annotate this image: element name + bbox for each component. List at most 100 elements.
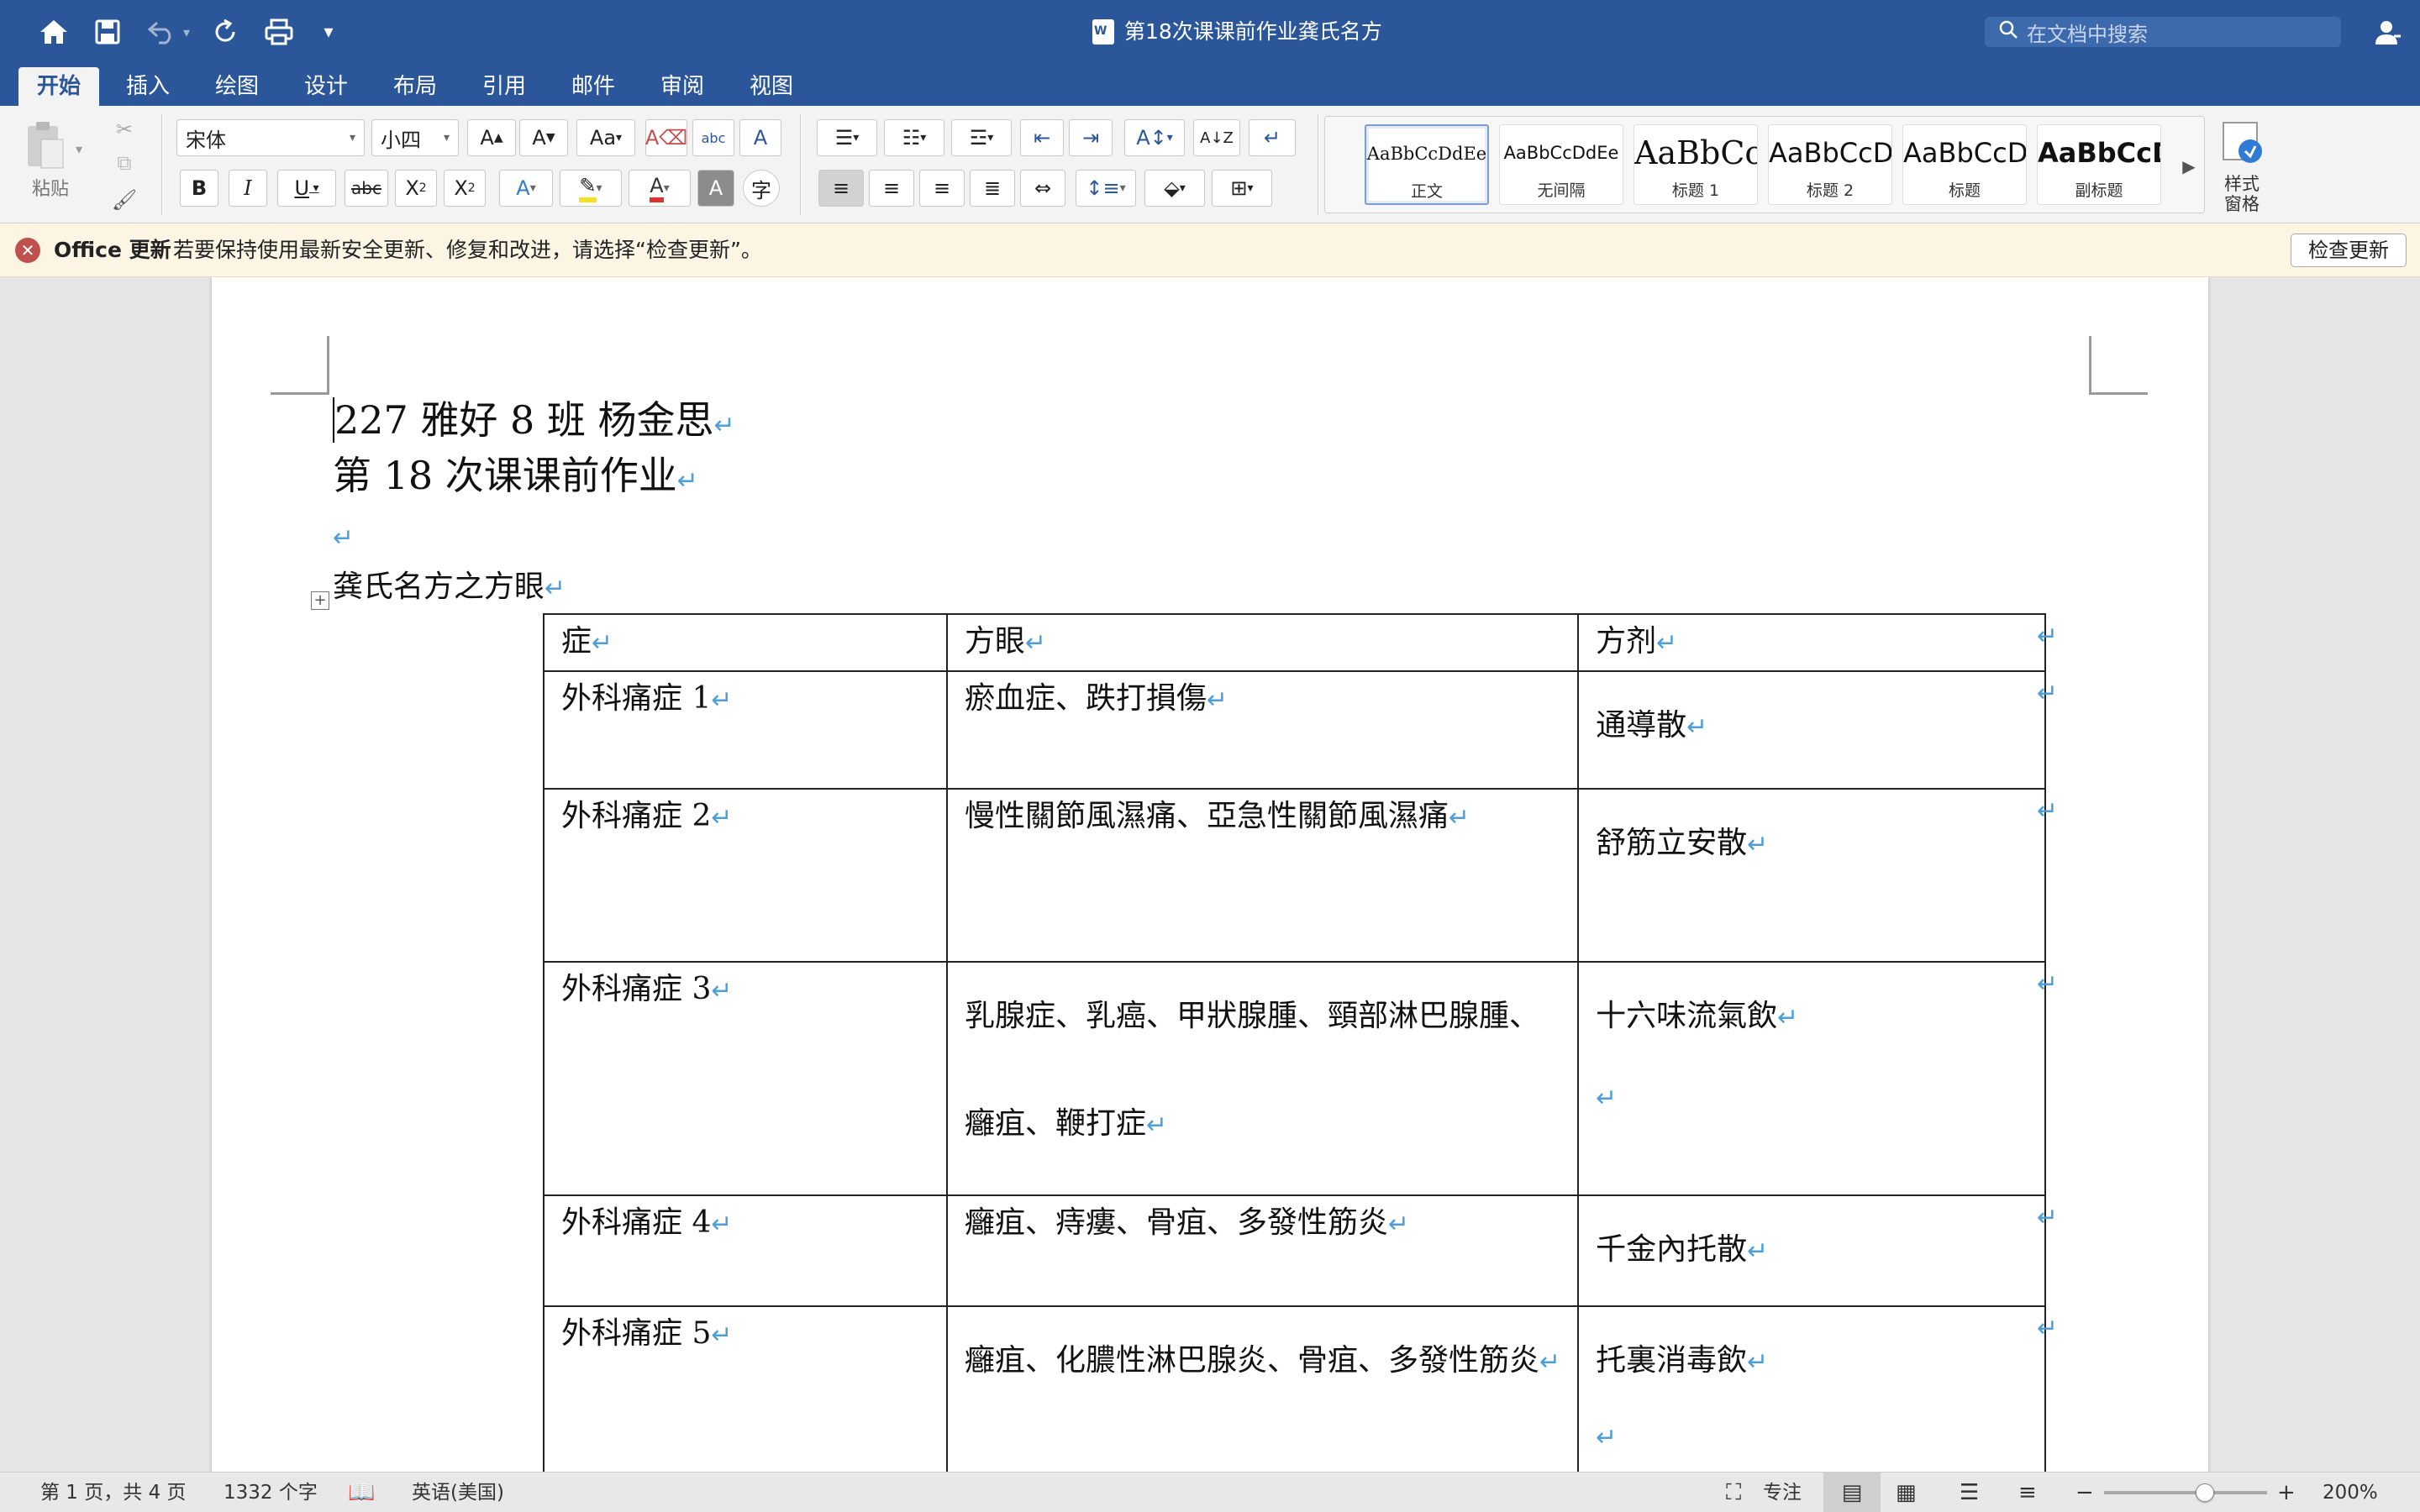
subscript-button[interactable]: X2	[395, 170, 437, 207]
numbering-button[interactable]: ☷ ▾	[884, 119, 944, 156]
copy-icon[interactable]: ⧉	[108, 148, 141, 178]
character-shading-icon[interactable]: A	[697, 170, 734, 207]
table-cell[interactable]: 癰疽、痔瘻、骨疽、多發性筋炎↵	[945, 1194, 1580, 1307]
tab-references[interactable]: 引用	[464, 67, 544, 106]
tab-insert[interactable]: 插入	[108, 67, 188, 106]
table-cell[interactable]: 外科痛症 4↵	[543, 1194, 948, 1307]
bullets-button[interactable]: ☰ ▾	[817, 119, 877, 156]
table-cell[interactable]: 舒筋立安散↵	[1577, 788, 2047, 963]
style-heading-2[interactable]: AaBbCcD 标题 2	[1768, 124, 1892, 205]
redo-icon[interactable]	[205, 12, 245, 52]
tab-view[interactable]: 视图	[731, 67, 812, 106]
strikethrough-button[interactable]: abc	[345, 170, 388, 207]
print-icon[interactable]	[259, 12, 299, 52]
font-name-select[interactable]: 宋体 ▾	[176, 119, 365, 156]
language-indicator[interactable]: 英语(美国)	[412, 1473, 504, 1512]
document-canvas[interactable]: 227 雅好 8 班 杨金思↵ 第 18 次课课前作业↵ ↵ 龚氏名方之方眼↵ …	[0, 277, 2420, 1472]
table-cell[interactable]: 外科痛症 3↵	[543, 961, 948, 1196]
tab-home[interactable]: 开始	[18, 67, 100, 106]
customize-toolbar-icon[interactable]: ▾	[316, 12, 341, 52]
style-title[interactable]: AaBbCcD 标题	[1902, 124, 2027, 205]
outline-view-icon[interactable]: ☰	[1960, 1473, 1979, 1512]
doc-empty-line[interactable]: ↵	[333, 507, 354, 564]
cut-icon[interactable]: ✂	[108, 114, 141, 144]
doc-line-title[interactable]: 第 18 次课课前作业↵	[333, 450, 698, 507]
style-normal[interactable]: AaBbCcDdEe 正文	[1365, 124, 1489, 205]
tab-review[interactable]: 审阅	[642, 67, 723, 106]
styles-pane-icon[interactable]	[2215, 118, 2269, 168]
table-cell[interactable]: 外科痛症 2↵	[543, 788, 948, 963]
print-layout-view-icon[interactable]: ▤	[1823, 1473, 1881, 1512]
table-cell[interactable]: 千金內托散↵	[1577, 1194, 2047, 1307]
draft-view-icon[interactable]: ≡	[2018, 1473, 2037, 1512]
enclose-character-icon[interactable]: 字	[743, 170, 780, 207]
phonetic-guide-icon[interactable]: abc	[692, 119, 734, 156]
highlight-color-button[interactable]: ✎ ▾	[560, 170, 622, 207]
table-cell[interactable]: 外科痛症 1↵	[543, 670, 948, 790]
shrink-font-button[interactable]: A ▼	[519, 119, 568, 156]
tab-mailings[interactable]: 邮件	[553, 67, 634, 106]
clear-formatting-icon[interactable]: A⌫	[645, 119, 687, 156]
account-icon[interactable]	[2368, 12, 2408, 52]
multilevel-list-button[interactable]: ☲ ▾	[951, 119, 1012, 156]
proofing-icon[interactable]: 📖	[348, 1473, 375, 1512]
line-spacing-button[interactable]: ↕≡ ▾	[1076, 170, 1136, 207]
zoom-slider[interactable]	[2104, 1483, 2267, 1502]
close-notification-icon[interactable]: ✕	[15, 238, 40, 263]
bold-button[interactable]: B	[180, 170, 218, 207]
italic-button[interactable]: I	[229, 170, 267, 207]
table-cell[interactable]: 外科痛症 5↵	[543, 1305, 948, 1472]
paste-icon[interactable]	[20, 116, 71, 175]
tab-layout[interactable]: 布局	[375, 67, 455, 106]
character-border-icon[interactable]: A	[739, 119, 781, 156]
format-painter-icon[interactable]: 🖌	[108, 185, 141, 215]
align-left-button[interactable]: ≡	[818, 170, 864, 207]
table-cell[interactable]: 慢性關節風濕痛、亞急性關節風濕痛↵	[945, 788, 1580, 963]
style-subtitle[interactable]: AaBbCcD 副标题	[2037, 124, 2161, 205]
style-heading-1[interactable]: AaBbCc 标题 1	[1634, 124, 1758, 205]
word-count[interactable]: 1332 个字	[224, 1473, 318, 1512]
table-cell[interactable]: 乳腺症、乳癌、甲狀腺腫、頸部淋巴腺腫、 癰疽、鞭打症↵	[945, 961, 1580, 1196]
zoom-in-icon[interactable]: +	[2277, 1473, 2296, 1512]
underline-button[interactable]: U ▾	[277, 170, 336, 207]
sort-icon[interactable]: A↓Z	[1193, 119, 1240, 156]
focus-mode-label[interactable]: 专注	[1763, 1473, 1802, 1512]
superscript-button[interactable]: X2	[444, 170, 486, 207]
table-header-cell[interactable]: 症↵	[543, 613, 948, 672]
save-icon[interactable]	[87, 12, 128, 52]
document-page[interactable]: 227 雅好 8 班 杨金思↵ 第 18 次课课前作业↵ ↵ 龚氏名方之方眼↵ …	[212, 277, 2208, 1472]
text-direction-button[interactable]: A↕ ▾	[1124, 119, 1185, 156]
table-cell[interactable]: 通導散↵	[1577, 670, 2047, 790]
decrease-indent-icon[interactable]: ⇤	[1020, 119, 1064, 156]
style-no-spacing[interactable]: AaBbCcDdEe 无间隔	[1499, 124, 1623, 205]
check-updates-button[interactable]: 检查更新	[2291, 234, 2407, 267]
undo-dropdown-icon[interactable]: ▾	[178, 12, 195, 52]
align-center-button[interactable]: ≡	[869, 170, 914, 207]
paste-dropdown-icon[interactable]: ▾	[71, 136, 87, 161]
web-layout-view-icon[interactable]: ▦	[1896, 1473, 1917, 1512]
grow-font-button[interactable]: A ▲	[467, 119, 516, 156]
home-icon[interactable]	[34, 12, 74, 52]
table-cell[interactable]: 癰疽、化膿性淋巴腺炎、骨疽、多發性筋炎↵	[945, 1305, 1580, 1472]
shading-button[interactable]: ⬙ ▾	[1144, 170, 1205, 207]
doc-table-caption[interactable]: 龚氏名方之方眼↵	[333, 566, 566, 610]
justify-button[interactable]: ≣	[970, 170, 1015, 207]
borders-button[interactable]: ⊞ ▾	[1212, 170, 1272, 207]
undo-icon[interactable]	[141, 12, 182, 52]
zoom-slider-thumb[interactable]	[2196, 1483, 2215, 1502]
page-count[interactable]: 第 1 页，共 4 页	[40, 1473, 187, 1512]
font-size-select[interactable]: 小四 ▾	[371, 119, 459, 156]
search-input[interactable]: 在文档中搜索	[1985, 17, 2341, 47]
align-right-button[interactable]: ≡	[919, 170, 965, 207]
tab-design[interactable]: 设计	[286, 67, 366, 106]
table-header-cell[interactable]: 方眼↵	[945, 613, 1580, 672]
text-effects-button[interactable]: A ▾	[499, 170, 553, 207]
styles-more-icon[interactable]: ▶	[2176, 151, 2202, 181]
zoom-out-icon[interactable]: −	[2075, 1473, 2094, 1512]
prescription-table[interactable]: 症↵ 方眼↵ 方剂↵ 外科痛症 1↵ 瘀血症、跌打損傷↵ 通導散↵ 外科痛症 2…	[543, 613, 2047, 1472]
table-header-cell[interactable]: 方剂↵	[1577, 613, 2047, 672]
table-cell[interactable]: 瘀血症、跌打損傷↵	[945, 670, 1580, 790]
doc-line-author[interactable]: 227 雅好 8 班 杨金思↵	[333, 395, 735, 451]
table-cell[interactable]: 十六味流氣飲↵ ↵	[1577, 961, 2047, 1196]
zoom-level[interactable]: 200%	[2323, 1473, 2378, 1512]
